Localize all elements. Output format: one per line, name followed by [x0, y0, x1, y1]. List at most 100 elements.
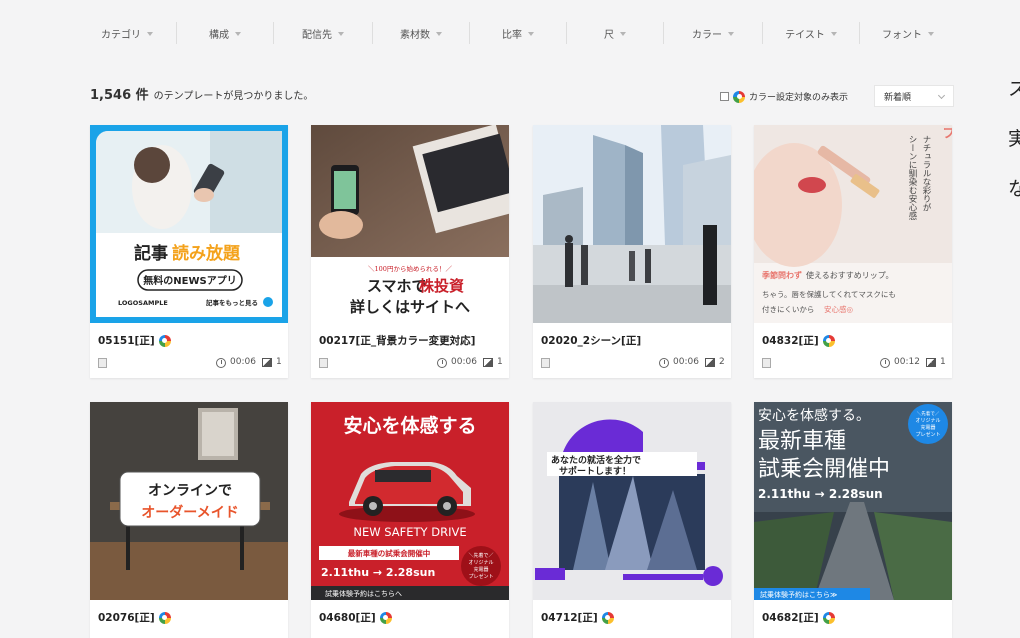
template-card[interactable]: 潤いリップ ナチュラルな彩りが シーンに馴染む安心感 季節問わず 使えるおすすめ…: [754, 125, 952, 378]
template-title-text: 05151[正]: [98, 335, 155, 347]
thumb-small-text: ＼100円から始められる！／: [368, 264, 452, 273]
filter-label: 比率: [502, 29, 522, 41]
result-count: 1,546 件のテンプレートが見つかりました。: [90, 84, 313, 103]
template-title-text: 02020_2シーン[正]: [541, 335, 642, 347]
thumbnail-image-stock-invest: ＼100円から始められる！／ スマホで 株投資 詳しくはサイトへ: [311, 125, 509, 323]
image-icon: [262, 358, 272, 367]
thumbnail-image-safety-drive: 安心を体感する NEW SAFETY DRIVE 最新車種の試乗会開催中 2.1…: [311, 402, 509, 600]
template-thumbnail[interactable]: あなたの就活を全力で サポートします！: [533, 402, 731, 600]
thumb-badge-text: プレゼント: [915, 431, 940, 438]
template-card[interactable]: 記事 読み放題 無料のNEWSアプリ LOGOSAMPLE 記事をもっと見る 0…: [90, 125, 288, 378]
thumb-line: 安心を体感する。: [758, 407, 870, 424]
thumb-line: オンラインで: [148, 483, 232, 499]
thumb-subtitle: NEW SAFETY DRIVE: [353, 525, 466, 539]
thumbnail-image-city-buildings: [533, 125, 731, 323]
document-icon: [98, 358, 107, 368]
thumb-cta: 記事をもっと見る: [206, 298, 258, 307]
thumb-headline-accent: 読み放題: [172, 243, 241, 264]
template-title: 00217[正_背景カラー変更対応]: [319, 333, 475, 348]
template-card[interactable]: あなたの就活を全力で サポートします！ 04712[正]: [533, 402, 731, 638]
color-filter-label: カラー設定対象のみ表示: [749, 93, 849, 103]
template-meta: 00:06 2: [539, 357, 725, 371]
thumb-dates: 2.11thu → 2.28sun: [321, 566, 435, 579]
thumbnail-image-lip: 潤いリップ ナチュラルな彩りが シーンに馴染む安心感 季節問わず 使えるおすすめ…: [754, 125, 952, 323]
thumb-headline: 記事: [134, 243, 168, 264]
color-wheel-icon: [733, 90, 745, 103]
filter-label: 構成: [209, 29, 229, 41]
thumb-badge-text: プレゼント: [468, 573, 493, 580]
duration: 00:06: [673, 357, 699, 367]
thumb-vertical-text: シーンに馴染む安心感: [907, 135, 917, 220]
thumb-line: サポートします！: [559, 465, 631, 477]
filter-structure[interactable]: 構成: [177, 22, 274, 44]
filter-category[interactable]: カテゴリ: [78, 22, 177, 44]
thumb-line-accent: オーダーメイド: [141, 504, 238, 521]
template-thumbnail[interactable]: ＼100円から始められる！／ スマホで 株投資 詳しくはサイトへ: [311, 125, 509, 323]
chevron-down-icon: [830, 32, 837, 36]
thumbnail-image-news-app: 記事 読み放題 無料のNEWSアプリ LOGOSAMPLE 記事をもっと見る: [90, 125, 288, 323]
result-count-number: 1,546 件: [90, 88, 149, 103]
color-filter-checkbox[interactable]: [720, 92, 729, 101]
template-title-text: 04832[正]: [762, 335, 819, 347]
thumb-line-accent: 株投資: [419, 277, 464, 295]
chevron-down-icon: [338, 32, 344, 36]
template-card[interactable]: 02020_2シーン[正] 00:06 2: [533, 125, 731, 378]
template-card[interactable]: ＼100円から始められる！／ スマホで 株投資 詳しくはサイトへ 00217[正…: [311, 125, 509, 378]
filter-label: フォント: [882, 29, 922, 41]
filter-bar: カテゴリ 構成 配信先 素材数 比率 尺 カラー テイスト フォント: [0, 0, 1000, 66]
color-wheel-icon: [601, 611, 614, 624]
scene-count: 1: [497, 357, 503, 367]
duration: 00:06: [230, 357, 256, 367]
image-icon: [926, 358, 936, 367]
sort-select[interactable]: 新着順: [874, 85, 954, 107]
filter-material-count[interactable]: 素材数: [373, 22, 470, 44]
thumbnail-image-order-made: オンラインで オーダーメイド: [90, 402, 288, 600]
filter-color[interactable]: カラー: [664, 22, 763, 44]
clock-icon: [216, 358, 226, 368]
chevron-down-icon: [235, 32, 241, 36]
filter-label: テイスト: [785, 29, 825, 41]
thumb-caption: 使えるおすすめリップ。: [806, 270, 894, 280]
thumb-line: あなたの就活を全力で: [551, 454, 641, 466]
template-thumbnail[interactable]: 安心を体感する NEW SAFETY DRIVE 最新車種の試乗会開催中 2.1…: [311, 402, 509, 600]
template-thumbnail[interactable]: 記事 読み放題 無料のNEWSアプリ LOGOSAMPLE 記事をもっと見る: [90, 125, 288, 323]
side-text-line: ス: [1008, 78, 1020, 100]
filter-label: カラー: [692, 29, 722, 41]
thumb-footer: 試乗体験予約はこちらへ: [325, 589, 402, 598]
template-title: 04712[正]: [541, 610, 614, 625]
template-thumbnail[interactable]: オンラインで オーダーメイド: [90, 402, 288, 600]
template-title: 04682[正]: [762, 610, 835, 625]
color-wheel-icon: [158, 334, 171, 347]
template-meta: 00:06 1: [96, 357, 282, 371]
color-wheel-icon: [822, 334, 835, 347]
color-filter-toggle[interactable]: カラー設定対象のみ表示: [720, 90, 848, 103]
filter-length[interactable]: 尺: [567, 22, 664, 44]
filter-font[interactable]: フォント: [860, 22, 956, 44]
chevron-down-icon: [728, 32, 734, 36]
filter-ratio[interactable]: 比率: [470, 22, 567, 44]
side-text-line: 実: [1008, 128, 1020, 150]
chevron-down-icon: [528, 32, 534, 36]
duration: 00:06: [451, 357, 477, 367]
thumb-band-text: 最新車種の試乗会開催中: [348, 548, 431, 558]
template-title: 02076[正]: [98, 610, 171, 625]
thumb-line: 詳しくはサイトへ: [350, 298, 470, 316]
document-icon: [319, 358, 328, 368]
template-card[interactable]: オンラインで オーダーメイド 02076[正]: [90, 402, 288, 638]
template-card[interactable]: 安心を体感する。 最新車種 試乗会開催中 2.11thu → 2.28sun ＼…: [754, 402, 952, 638]
template-thumbnail[interactable]: [533, 125, 731, 323]
filter-taste[interactable]: テイスト: [763, 22, 860, 44]
template-card[interactable]: 安心を体感する NEW SAFETY DRIVE 最新車種の試乗会開催中 2.1…: [311, 402, 509, 638]
filter-destination[interactable]: 配信先: [274, 22, 373, 44]
thumb-badge: 無料のNEWSアプリ: [143, 274, 236, 287]
thumb-badge-text: オリジナル: [915, 418, 940, 424]
template-thumbnail[interactable]: 潤いリップ ナチュラルな彩りが シーンに馴染む安心感 季節問わず 使えるおすすめ…: [754, 125, 952, 323]
clock-icon: [437, 358, 447, 368]
thumb-headline: 試乗会開催中: [758, 457, 890, 482]
thumb-caption: ちゃう。唇を保護してくれてマスクにも: [762, 289, 896, 299]
filter-label: カテゴリ: [101, 29, 141, 41]
thumbnail-image-job-hunt: あなたの就活を全力で サポートします！: [533, 402, 731, 600]
thumb-logo-text: LOGOSAMPLE: [118, 299, 168, 307]
template-thumbnail[interactable]: 安心を体感する。 最新車種 試乗会開催中 2.11thu → 2.28sun ＼…: [754, 402, 952, 600]
template-title: 04680[正]: [319, 610, 392, 625]
